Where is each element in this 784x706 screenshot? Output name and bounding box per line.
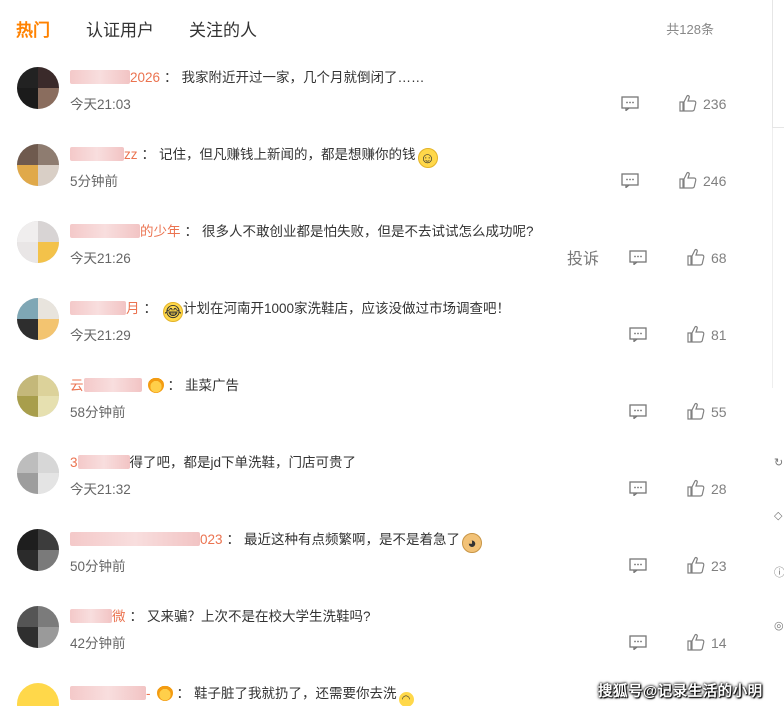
like-icon[interactable]	[687, 402, 705, 420]
username-blurred[interactable]	[70, 686, 146, 700]
username-blurred[interactable]	[70, 532, 200, 546]
tab-hot[interactable]: 热门	[16, 16, 50, 41]
reply-icon[interactable]	[629, 250, 647, 265]
comment-item: 云：韭菜广告 58分钟前 55	[0, 375, 770, 452]
avatar[interactable]	[17, 144, 59, 186]
username[interactable]: zz	[124, 147, 138, 162]
doge-emoji-icon: ◕	[462, 533, 483, 553]
username[interactable]: 微	[112, 609, 126, 624]
username-blurred[interactable]	[70, 147, 124, 161]
comment-time: 42分钟前	[70, 636, 126, 651]
username-blurred[interactable]	[70, 70, 130, 84]
like-icon[interactable]	[687, 479, 705, 497]
tag-icon[interactable]: ◇	[774, 509, 782, 522]
comment-item: 的少年：很多人不敢创业都是怕失败，但是不去试试怎么成功呢? 今天21:26 投诉…	[0, 221, 770, 298]
comment-item: zz：记住，但凡赚钱上新闻的，都是想赚你的钱 ☺ 5分钟前 246	[0, 144, 770, 221]
comment-item: 2026：我家附近开过一家，几个月就倒闭了…… 今天21:03 236	[0, 67, 770, 144]
comment-time: 今天21:29	[70, 328, 131, 343]
like-icon[interactable]	[687, 248, 705, 266]
avatar[interactable]	[17, 529, 59, 571]
right-sidebar-edge: ↻ ◇ ⓘ ◎	[772, 0, 784, 706]
like-count: 14	[711, 635, 727, 651]
smile-emoji-icon: ☺	[417, 148, 438, 168]
sidebar-panel-edge	[772, 0, 784, 128]
comment-time: 今天21:32	[70, 482, 131, 497]
username[interactable]: 3	[70, 455, 78, 470]
avatar[interactable]	[17, 221, 59, 263]
comment-item: 023：最近这种有点频繁啊，是不是着急了 ◕ 50分钟前 23	[0, 529, 770, 606]
like-count: 81	[711, 327, 727, 343]
avatar[interactable]	[17, 67, 59, 109]
like-count: 68	[711, 250, 727, 266]
username[interactable]: 云	[70, 378, 84, 393]
comment-time: 50分钟前	[70, 559, 126, 574]
like-icon[interactable]	[687, 556, 705, 574]
reply-icon[interactable]	[629, 404, 647, 419]
reply-icon[interactable]	[621, 173, 639, 188]
vip-badge-icon	[147, 377, 164, 393]
laugh-emoji-icon: 😂	[163, 302, 183, 322]
like-icon[interactable]	[679, 94, 697, 112]
comment-total-count: 共128条	[666, 22, 714, 37]
username-blurred[interactable]	[70, 609, 112, 623]
like-icon[interactable]	[687, 325, 705, 343]
like-count: 55	[711, 404, 727, 420]
avatar[interactable]	[17, 606, 59, 648]
username[interactable]: 023	[200, 532, 223, 547]
reply-icon[interactable]	[629, 481, 647, 496]
comment-text: 我家附近开过一家，几个月就倒闭了……	[181, 70, 425, 85]
comment-item: 3 得了吧，都是jd下单洗鞋，门店可贵了 今天21:32 28	[0, 452, 770, 529]
like-count: 246	[703, 173, 727, 189]
watermark: 搜狐号@记录生活的小明	[598, 684, 763, 700]
username[interactable]: 2026	[130, 70, 160, 85]
comment-time: 今天21:26	[70, 251, 131, 266]
comment-text: 得了吧，都是jd下单洗鞋，门店可贵了	[129, 455, 357, 470]
avatar[interactable]	[17, 298, 59, 340]
avatar[interactable]	[17, 452, 59, 494]
avatar[interactable]	[17, 375, 59, 417]
tab-verified-users[interactable]: 认证用户	[86, 16, 154, 41]
like-icon[interactable]	[687, 633, 705, 651]
username-blurred[interactable]	[70, 301, 126, 315]
comment-time: 5分钟前	[70, 174, 119, 189]
tab-following[interactable]: 关注的人	[189, 16, 257, 41]
username[interactable]: -	[146, 686, 151, 701]
comment-text: 鞋子脏了我就扔了，还需要你去洗	[194, 686, 397, 701]
info-icon[interactable]: ⓘ	[774, 564, 784, 580]
refresh-icon[interactable]: ↻	[774, 456, 783, 469]
comment-text: 记住，但凡赚钱上新闻的，都是想赚你的钱	[159, 147, 416, 162]
report-button[interactable]: 投诉	[567, 245, 599, 269]
comment-tabs: 热门 认证用户 关注的人 共128条	[0, 0, 760, 56]
username-blurred[interactable]	[83, 378, 142, 392]
like-icon[interactable]	[679, 171, 697, 189]
vip-badge-icon	[156, 685, 173, 701]
comment-item: 微：又来骗？上次不是在校大学生洗鞋吗? 42分钟前 14	[0, 606, 770, 683]
reply-icon[interactable]	[629, 635, 647, 650]
comment-item: 月： 😂计划在河南开1000家洗鞋店，应该没做过市场调查吧！ 今天21:29 81	[0, 298, 770, 375]
username-blurred[interactable]	[70, 224, 140, 238]
username[interactable]: 月	[126, 301, 140, 316]
comment-text: 韭菜广告	[185, 378, 239, 393]
comment-text: 计划在河南开1000家洗鞋店，应该没做过市场调查吧！	[183, 301, 511, 316]
comment-text: 最近这种有点频繁啊，是不是着急了	[244, 532, 461, 547]
like-count: 23	[711, 558, 727, 574]
user-icon[interactable]: ◎	[774, 619, 784, 632]
username-blurred[interactable]	[77, 455, 130, 469]
username[interactable]: 的少年	[140, 224, 181, 239]
reply-icon[interactable]	[621, 96, 639, 111]
like-count: 28	[711, 481, 727, 497]
avatar[interactable]	[17, 683, 59, 706]
reply-icon[interactable]	[629, 558, 647, 573]
comment-text: 很多人不敢创业都是怕失败，但是不去试试怎么成功呢?	[202, 224, 534, 239]
smile-emoji-icon: ◠	[398, 692, 414, 706]
reply-icon[interactable]	[629, 327, 647, 342]
comment-time: 今天21:03	[70, 97, 131, 112]
comment-text: 又来骗？上次不是在校大学生洗鞋吗?	[147, 609, 371, 624]
comment-time: 58分钟前	[70, 405, 126, 420]
like-count: 236	[703, 96, 727, 112]
